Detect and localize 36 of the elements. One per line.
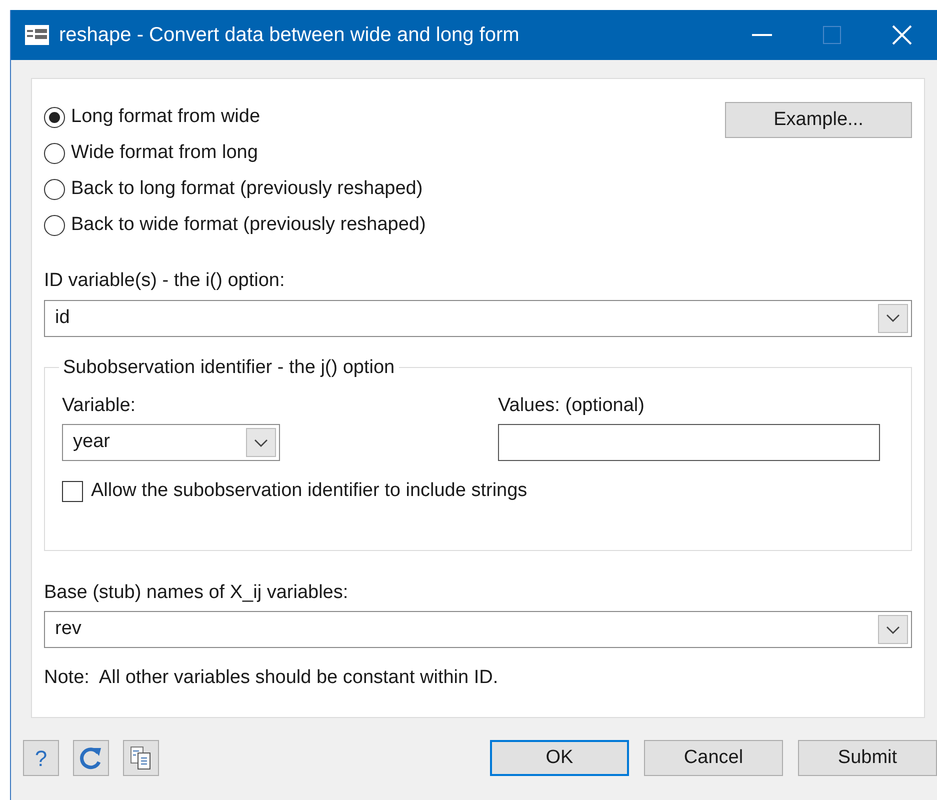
radio-button[interactable] bbox=[44, 142, 65, 164]
radio-button[interactable] bbox=[44, 214, 65, 236]
radio-option[interactable]: Back to long format (previously reshaped) bbox=[44, 171, 725, 207]
dialog-button[interactable]: Submit bbox=[798, 740, 937, 776]
field-label: Variable: bbox=[62, 394, 137, 418]
radio-option[interactable]: Wide format from long bbox=[44, 135, 725, 171]
field-label: Base (stub) names of X_ij variables: bbox=[44, 580, 350, 604]
radio-option[interactable]: Long format from wide bbox=[44, 99, 725, 135]
chevron-icon bbox=[254, 438, 268, 446]
maximize-icon bbox=[823, 26, 841, 44]
radio-option[interactable]: Back to wide format (previously reshaped) bbox=[44, 207, 725, 243]
field-label: ID variable(s) - the i() option: bbox=[44, 269, 286, 293]
radio-button[interactable] bbox=[44, 178, 65, 200]
field-label: Values: (optional) bbox=[498, 394, 646, 418]
minimize-icon bbox=[752, 34, 772, 36]
values-field[interactable] bbox=[498, 424, 880, 461]
close-icon bbox=[892, 25, 912, 45]
chevron-icon bbox=[886, 626, 900, 634]
help-button[interactable]: ? bbox=[23, 740, 59, 776]
copy-button[interactable] bbox=[123, 740, 159, 776]
dialog-icon bbox=[25, 25, 49, 45]
checkbox-label: Allow the subobservation identifier to include strings bbox=[91, 479, 528, 503]
copy-icon bbox=[130, 746, 152, 770]
chevron-icon bbox=[886, 314, 900, 322]
checkbox[interactable] bbox=[62, 480, 83, 502]
dialog-button[interactable]: OK bbox=[490, 740, 629, 776]
dialog-button[interactable]: Cancel bbox=[644, 740, 783, 776]
refresh-button[interactable] bbox=[73, 740, 109, 776]
example-button[interactable]: Example... bbox=[725, 102, 912, 138]
radio-button[interactable] bbox=[44, 106, 65, 128]
variable-combo[interactable]: year bbox=[62, 424, 280, 461]
note-text: Note: All other variables should be constant within ID. bbox=[44, 666, 500, 690]
refresh-icon bbox=[78, 745, 104, 771]
stub-combo[interactable]: rev bbox=[44, 611, 912, 648]
id-combo[interactable]: id bbox=[44, 300, 912, 336]
window-title: reshape - Convert data between wide and long form bbox=[59, 23, 520, 48]
